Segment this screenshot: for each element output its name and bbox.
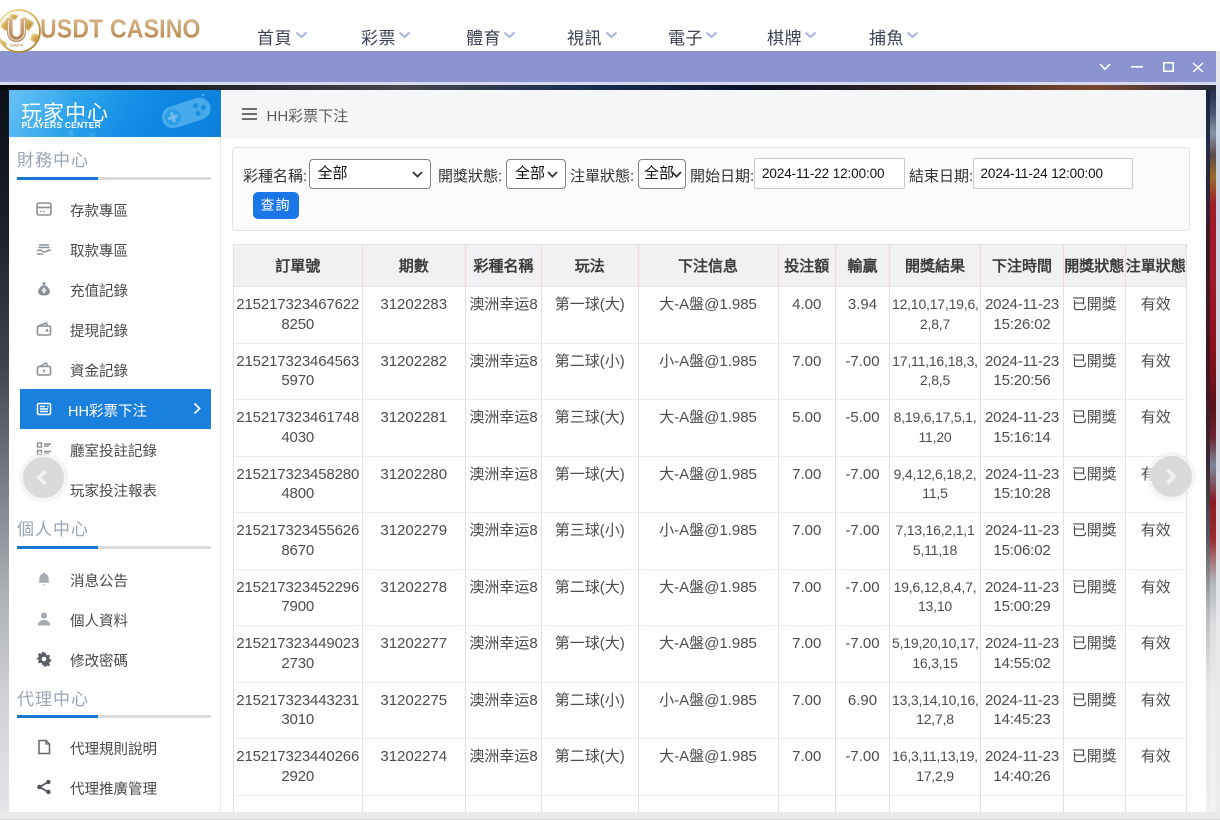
svg-text:casino: casino [10, 43, 24, 48]
